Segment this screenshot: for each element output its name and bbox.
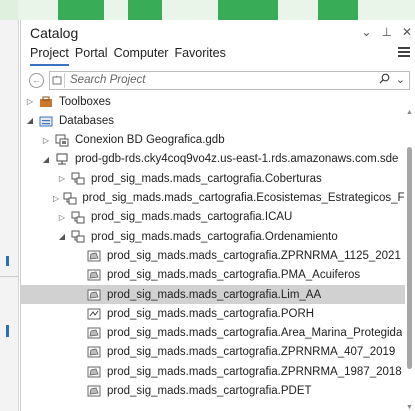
polygon-feature-class-icon [86,345,102,359]
tree-item-label: prod_sig_mads.mads_cartografia.Area_Mari… [107,327,403,340]
search-row: ← ⌄ [29,70,410,90]
geodatabase-icon [54,133,70,147]
hamburger-menu-icon[interactable] [398,47,410,57]
expand-toggle-icon[interactable]: ▷ [57,213,67,222]
banner-shape [58,0,104,20]
chevron-down-icon[interactable]: ⌄ [396,73,405,87]
tree-item[interactable]: prod_sig_mads.mads_cartografia.ZPRNRMA_1… [21,362,405,381]
tree-item[interactable]: prod_sig_mads.mads_cartografia.PORH [21,304,405,323]
project-tree: ▷ Toolboxes ◢ Databases ▷ Conexion BD Geograf… [21,92,405,411]
tree-item[interactable]: ▷ prod_sig_mads.mads_cartografia.Ecosiste… [21,189,405,208]
tree-item-label: prod-gdb-rds.cky4coq9vo4z.us-east-1.rds.… [75,153,399,166]
expand-toggle-icon[interactable]: ▷ [52,194,61,203]
tree-item-label: prod_sig_mads.mads_cartografia.Ordenamie… [91,230,338,243]
tree-item[interactable]: ◢ prod_sig_mads.mads_cartografia.Ordenami… [21,227,405,246]
tree-item[interactable]: prod_sig_mads.mads_cartografia.PMA_Acuif… [21,266,405,285]
feature-dataset-icon [63,191,77,205]
expand-toggle-icon[interactable]: ◢ [25,116,35,125]
tab-project[interactable]: Project [30,46,69,66]
scroll-down-icon[interactable]: ▼ [405,404,414,411]
tree-item[interactable]: ◢ Databases [21,111,405,130]
toolbox-icon [38,95,54,109]
map-banner-fragment [0,0,18,20]
polygon-feature-class-icon [86,249,102,263]
tree-item[interactable]: prod_sig_mads.mads_cartografia.PDET [21,382,405,401]
scrollbar-thumb[interactable] [407,147,412,369]
banner-shape [318,0,358,20]
feature-dataset-icon [70,230,86,244]
tree-item[interactable]: ▷ prod_sig_mads.mads_cartografia.ICAU [21,208,405,227]
map-marker-fragment [6,256,9,266]
expand-toggle-icon[interactable]: ◢ [41,155,51,164]
tree-item[interactable]: prod_sig_mads.mads_cartografia.ZPRNRMA_4… [21,343,405,362]
pin-icon[interactable]: ⊥ [381,25,391,39]
tab-portal[interactable]: Portal [75,46,108,66]
map-marker-fragment [6,325,9,337]
tree-item-label: prod_sig_mads.mads_cartografia.ZPRNRMA_1… [107,249,401,262]
expand-toggle-icon[interactable]: ▷ [57,174,67,183]
close-icon[interactable]: ✕ [402,25,412,39]
polygon-feature-class-icon [86,384,102,398]
tree-item[interactable]: ▷ prod_sig_mads.mads_cartografia.Cobertur… [21,169,405,188]
feature-dataset-icon [70,172,86,186]
back-arrow-icon[interactable]: ← [29,72,44,88]
tree-item[interactable]: ▷ Toolboxes [21,92,405,111]
tree-item[interactable]: ▷ Conexion BD Geografica.gdb [21,131,405,150]
database-connection-icon [54,152,70,166]
tree-item-label: prod_sig_mads.mads_cartografia.ICAU [91,211,293,224]
divider [0,276,18,277]
vertical-scrollbar[interactable]: ▲ ▼ [405,109,414,411]
banner-shape [218,0,278,20]
databases-folder-icon [38,114,54,128]
background-banner [18,0,415,20]
pane-title: Catalog [30,25,79,41]
tree-item[interactable]: prod_sig_mads.mads_cartografia.Area_Mari… [21,324,405,343]
catalog-tabs: Project Portal Computer Favorites [30,46,226,66]
search-input[interactable] [65,73,342,87]
tree-item-label: prod_sig_mads.mads_cartografia.Lim_AA [107,288,322,301]
project-scope-icon[interactable] [50,72,65,88]
tree-item-label: Databases [59,114,114,127]
expand-toggle-icon[interactable]: ▷ [25,97,35,106]
tree-item-label: Toolboxes [59,95,111,108]
expand-toggle-icon[interactable]: ▷ [41,136,51,145]
scroll-up-icon[interactable]: ▲ [405,109,414,116]
tab-favorites[interactable]: Favorites [174,46,225,66]
tree-item-label: prod_sig_mads.mads_cartografia.Cobertura… [91,172,322,185]
search-icon[interactable] [379,73,390,87]
tree-item-label: prod_sig_mads.mads_cartografia.ZPRNRMA_1… [107,365,402,378]
tree-item-label: Conexion BD Geografica.gdb [75,134,225,147]
tree-item-label: prod_sig_mads.mads_cartografia.PORH [107,307,315,320]
map-view-edge [0,0,19,411]
tree-item-label: prod_sig_mads.mads_cartografia.Ecosistem… [82,192,405,204]
polygon-feature-class-icon [86,326,102,340]
catalog-titlebar: Catalog ⌄ ⊥ ✕ [21,20,415,44]
polygon-feature-class-icon [86,268,102,282]
search-box: ⌄ [49,70,410,90]
expand-toggle-icon[interactable]: ◢ [57,232,67,241]
line-feature-class-icon [86,307,102,321]
tree-item-label: prod_sig_mads.mads_cartografia.PMA_Acuif… [107,269,361,282]
tab-computer[interactable]: Computer [114,46,169,66]
tree-item-label: prod_sig_mads.mads_cartografia.ZPRNRMA_4… [107,346,396,359]
tree-item-label: prod_sig_mads.mads_cartografia.PDET [107,385,312,397]
polygon-feature-class-icon [86,288,102,302]
polygon-feature-class-icon [86,365,102,379]
banner-shape [128,0,162,20]
tree-item[interactable]: prod_sig_mads.mads_cartografia.Lim_AA [21,285,405,304]
tree-item[interactable]: prod_sig_mads.mads_cartografia.ZPRNRMA_1… [21,246,405,265]
catalog-pane: Catalog ⌄ ⊥ ✕ Project Portal Computer Fa… [20,20,415,411]
options-dropdown-icon[interactable]: ⌄ [361,25,371,39]
tree-item[interactable]: ◢ prod-gdb-rds.cky4coq9vo4z.us-east-1.rds… [21,150,405,169]
feature-dataset-icon [70,210,86,224]
